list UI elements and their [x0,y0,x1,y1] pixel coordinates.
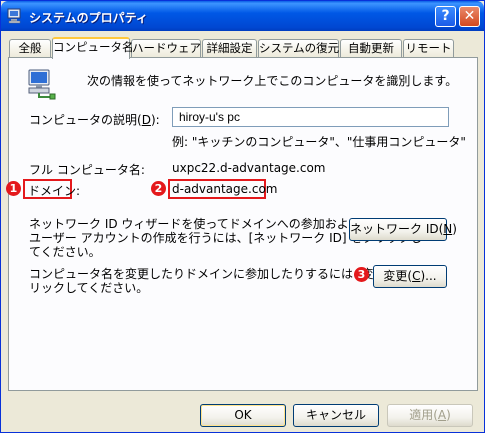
tab-system-restore[interactable]: システムの復元 [258,39,339,58]
help-button[interactable]: ? [435,6,456,27]
window-title: システムのプロパティ [29,11,148,25]
title-bar[interactable]: システムのプロパティ ? ✕ [1,1,484,31]
network-id-text-line-3: てください。 [29,245,101,259]
close-button[interactable]: ✕ [459,6,480,27]
network-computer-icon [28,69,56,100]
full-computer-name-label: フル コンピュータ名: [29,163,145,177]
network-id-button[interactable]: ネットワーク ID(N) [349,218,457,241]
marker-1: 1 [6,181,21,196]
description-example: 例: "キッチンのコンピュータ"、"仕事用コンピュータ" [172,135,466,149]
domain-value: d-advantage.com [172,182,278,196]
domain-label: ドメイン: [28,184,81,198]
description-label: コンピュータの説明(D): [29,113,160,127]
system-properties-window: システムのプロパティ ? ✕ 全般 コンピュータ名 ハードウェア 詳細設定 シス… [0,0,485,433]
tab-remote[interactable]: リモート [403,39,454,58]
change-button[interactable]: 変更(C)... [373,265,447,288]
intro-text: 次の情報を使ってネットワーク上でこのコンピュータを識別します。 [87,74,458,88]
tab-automatic-updates[interactable]: 自動更新 [340,39,402,58]
tab-general[interactable]: 全般 [9,39,51,58]
cancel-button[interactable]: キャンセル [293,404,379,427]
change-text-line-2: リックしてください。 [29,281,149,295]
tab-computer-name[interactable]: コンピュータ名 [52,37,134,59]
marker-2: 2 [151,181,166,196]
tab-advanced[interactable]: 詳細設定 [202,39,257,58]
full-computer-name-value: uxpc22.d-advantage.com [172,161,326,175]
ok-button[interactable]: OK [200,404,286,427]
apply-button[interactable]: 適用(A) [387,404,473,427]
description-input[interactable] [172,107,449,127]
computer-name-panel: 次の情報を使ってネットワーク上でこのコンピュータを識別します。 コンピュータの説… [6,57,478,391]
tab-hardware[interactable]: ハードウェア [131,39,201,58]
computer-icon [7,8,21,24]
marker-3: 3 [354,267,369,282]
